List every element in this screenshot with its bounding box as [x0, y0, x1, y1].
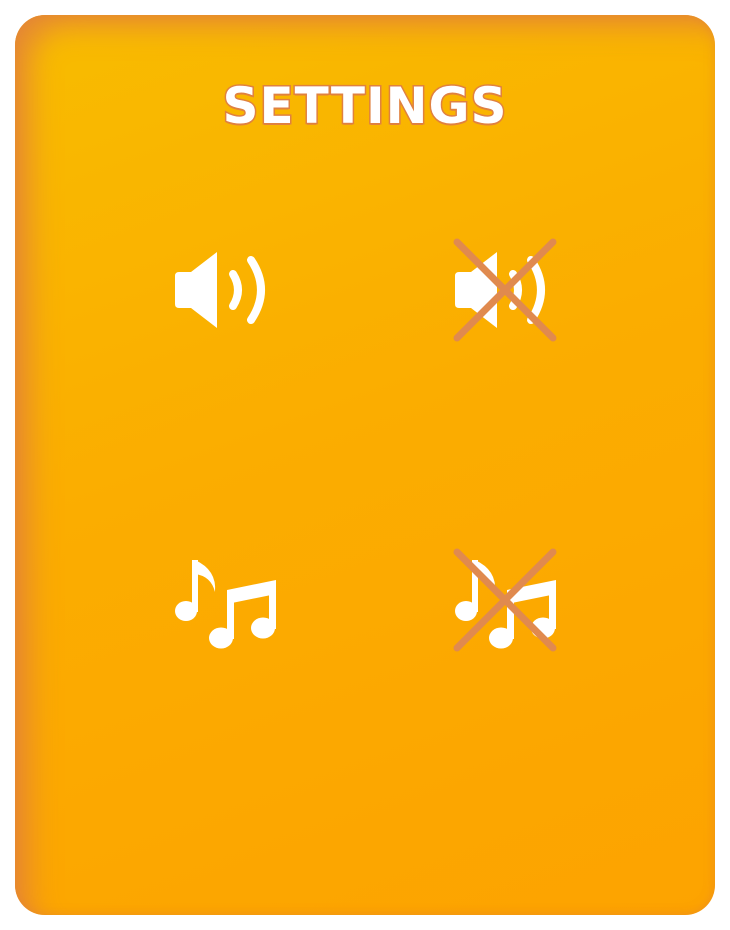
- music-notes-muted-icon: [453, 548, 557, 652]
- sound-off-button[interactable]: [445, 230, 565, 350]
- settings-title: SETTINGS: [221, 76, 508, 137]
- speaker-muted-icon: [453, 238, 557, 342]
- speaker-on-icon: [175, 252, 265, 328]
- music-notes-icon: [175, 560, 276, 649]
- sound-on-button[interactable]: [165, 230, 285, 350]
- settings-panel: SETTINGS: [15, 15, 715, 915]
- music-off-button[interactable]: [445, 540, 565, 660]
- music-on-button[interactable]: [165, 540, 285, 660]
